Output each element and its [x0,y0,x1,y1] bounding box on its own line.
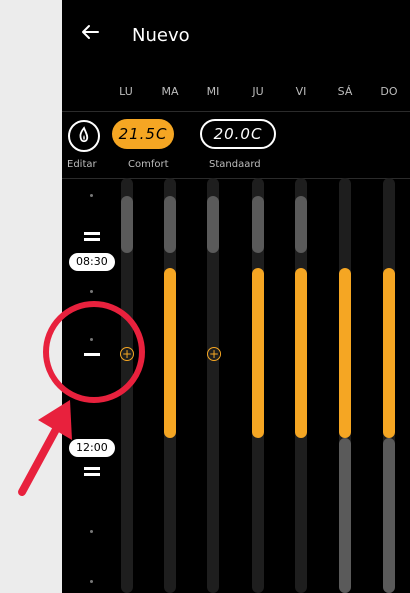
day-tue[interactable]: MA [150,85,190,98]
standard-temp-button[interactable]: 20.0C [200,119,276,149]
comfort-label: Comfort [128,159,169,170]
drag-handle-start[interactable] [84,232,100,242]
scale-dot [90,194,93,197]
mode-bar: Editar 21.5C Comfort 20.0C Standaard [62,112,410,178]
scale-dot [90,580,93,583]
scale-dot [90,338,93,341]
schedule-timeline: 08:30 12:00 + + [62,178,410,593]
page-title: Nuevo [132,25,190,46]
standard-label: Standaard [209,159,261,170]
weekday-header: LU MA MI JU VI SÁ DO [62,80,410,106]
period-block[interactable] [383,438,395,593]
edit-button[interactable] [68,120,100,152]
day-sat[interactable]: SÁ [325,85,365,98]
scale-dot [90,290,93,293]
day-mon[interactable]: LU [106,85,146,98]
comfort-period-block[interactable] [164,268,176,438]
period-block[interactable] [164,196,176,253]
comfort-temp-button[interactable]: 21.5C [112,119,174,149]
comfort-period-block[interactable] [295,268,307,438]
day-sun[interactable]: DO [369,85,409,98]
edit-label: Editar [67,159,97,170]
header: Nuevo [62,0,410,72]
day-thu[interactable]: JU [238,85,278,98]
add-period-button[interactable]: + [207,347,221,361]
period-block[interactable] [207,196,219,253]
period-block[interactable] [339,438,351,593]
start-time-badge[interactable]: 08:30 [69,253,115,271]
period-block[interactable] [295,196,307,253]
day-fri[interactable]: VI [281,85,321,98]
remove-period-button[interactable] [84,353,100,356]
period-block[interactable] [252,196,264,253]
arrow-left-icon[interactable] [78,20,102,44]
comfort-period-block[interactable] [339,268,351,438]
scale-dot [90,530,93,533]
add-period-button[interactable]: + [120,347,134,361]
drag-handle-end[interactable] [84,467,100,477]
comfort-period-block[interactable] [383,268,395,438]
day-wed[interactable]: MI [193,85,233,98]
left-margin [0,0,62,593]
period-block[interactable] [121,196,133,253]
comfort-period-block[interactable] [252,268,264,438]
flame-icon [79,126,89,143]
end-time-badge[interactable]: 12:00 [69,439,115,457]
